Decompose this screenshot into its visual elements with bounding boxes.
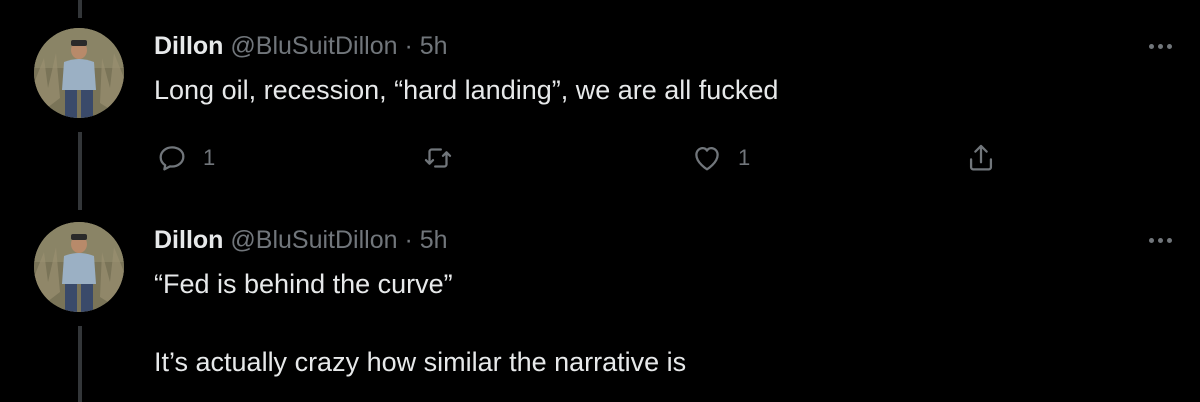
share-icon xyxy=(969,144,993,171)
heart-icon xyxy=(695,146,719,171)
timestamp[interactable]: 5h xyxy=(420,226,448,254)
timestamp[interactable]: 5h xyxy=(420,32,448,60)
avatar[interactable] xyxy=(34,28,124,118)
more-dot-icon xyxy=(1158,43,1163,49)
more-dot-icon xyxy=(1167,43,1172,49)
more-dot-icon xyxy=(1149,237,1154,243)
tweet-text: Long oil, recession, “hard landing”, we … xyxy=(154,75,779,105)
tweet[interactable]: Dillon @BluSuitDillon · 5h Long oil, rec… xyxy=(0,28,1200,188)
display-name[interactable]: Dillon xyxy=(154,226,223,254)
like-button[interactable]: 1 xyxy=(690,138,750,178)
user-handle[interactable]: @BluSuitDillon xyxy=(230,226,397,254)
separator-dot: · xyxy=(404,32,413,60)
avatar-image xyxy=(34,222,124,312)
more-options-button[interactable] xyxy=(1149,28,1172,64)
tweet-header: Dillon @BluSuitDillon · 5h xyxy=(154,28,448,64)
separator-dot: · xyxy=(404,226,413,254)
retweet-button[interactable] xyxy=(421,138,455,178)
tweet-text-line: It’s actually crazy how similar the narr… xyxy=(154,347,687,377)
avatar[interactable] xyxy=(34,222,124,312)
retweet-icon xyxy=(424,148,452,168)
thread-line-top xyxy=(78,0,82,18)
like-count: 1 xyxy=(738,145,751,170)
avatar-image xyxy=(34,28,124,118)
share-button[interactable] xyxy=(964,138,998,178)
reply-button[interactable]: 1 xyxy=(155,138,215,178)
user-handle[interactable]: @BluSuitDillon xyxy=(230,32,397,60)
reply-icon xyxy=(159,146,185,171)
tweet-text-line: “Fed is behind the curve” xyxy=(154,269,453,299)
tweet[interactable]: Dillon @BluSuitDillon · 5h “Fed is behin… xyxy=(0,222,1200,402)
reply-count: 1 xyxy=(203,145,216,170)
tweet-actions: 1 1 xyxy=(0,138,1200,178)
more-dot-icon xyxy=(1149,43,1154,49)
more-options-button[interactable] xyxy=(1149,222,1172,258)
tweet-header: Dillon @BluSuitDillon · 5h xyxy=(154,222,448,258)
display-name[interactable]: Dillon xyxy=(154,32,223,60)
more-dot-icon xyxy=(1167,237,1172,243)
more-dot-icon xyxy=(1158,237,1163,243)
